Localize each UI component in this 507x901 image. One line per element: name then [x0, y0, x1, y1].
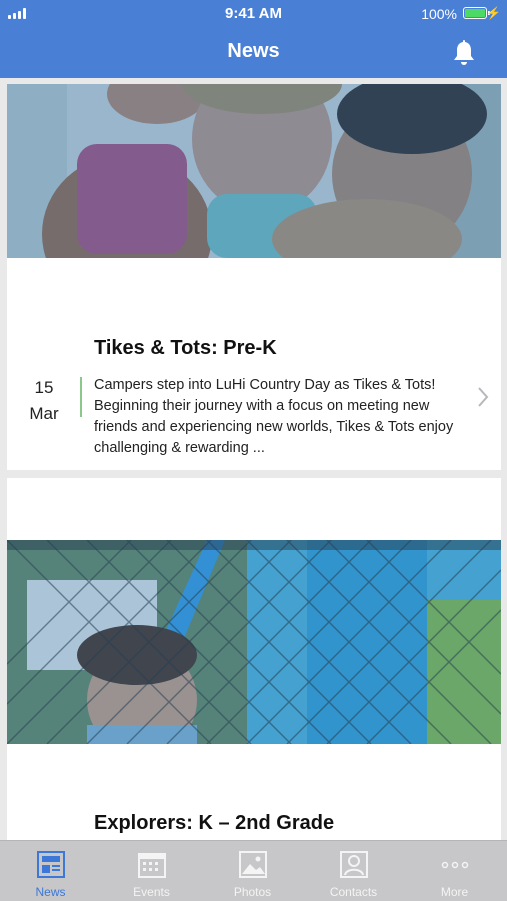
- newspaper-icon: [37, 851, 65, 878]
- post-hero-image: [7, 84, 501, 258]
- contact-card-icon: [340, 851, 368, 878]
- tab-more[interactable]: More: [404, 841, 505, 901]
- tab-news[interactable]: News: [0, 841, 101, 901]
- post-summary: Campers step into LuHi Country Day as Ti…: [94, 377, 454, 456]
- post-title: Tikes & Tots: Pre-K: [94, 337, 277, 359]
- charging-bolt-icon: ⚡: [486, 6, 501, 20]
- news-post-card[interactable]: Explorers: K – 2nd Grade: [7, 478, 501, 858]
- page-title: News: [227, 40, 280, 62]
- news-post-card[interactable]: Tikes & Tots: Pre-K 15 Mar Campers step …: [7, 84, 501, 470]
- post-title: Explorers: K – 2nd Grade: [94, 812, 335, 834]
- tab-label: Contacts: [329, 885, 378, 899]
- status-bar: 9:41 AM 100% ⚡: [0, 0, 507, 28]
- post-date-day: 15: [34, 378, 54, 397]
- tab-label: More: [440, 885, 469, 899]
- battery-icon: [463, 7, 490, 19]
- tab-photos[interactable]: Photos: [202, 841, 303, 901]
- calendar-icon: [138, 853, 166, 878]
- tab-bar: News Events Photos Contacts More: [0, 840, 507, 901]
- photo-icon: [239, 851, 267, 878]
- tab-label: Photos: [233, 885, 272, 899]
- chevron-right-icon[interactable]: [477, 386, 489, 408]
- tab-events[interactable]: Events: [101, 841, 202, 901]
- more-dots-icon: [441, 861, 469, 869]
- date-divider: [80, 377, 82, 417]
- post-date: 15 Mar: [21, 375, 67, 427]
- post-hero-image: [7, 540, 501, 744]
- tab-label: News: [35, 885, 66, 899]
- navigation-bar: News: [0, 28, 507, 78]
- tab-label: Events: [133, 885, 170, 899]
- tab-contacts[interactable]: Contacts: [303, 841, 404, 901]
- post-date-month: Mar: [29, 404, 59, 423]
- battery-percentage: 100%: [421, 6, 457, 22]
- notifications-bell-icon[interactable]: [451, 39, 477, 67]
